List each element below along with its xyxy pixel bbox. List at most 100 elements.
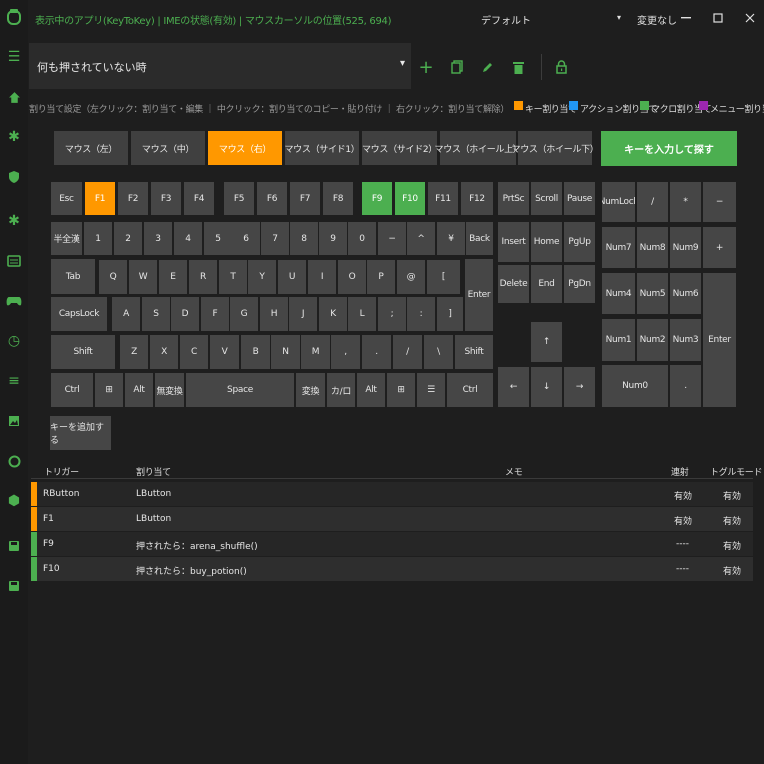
settings-icon[interactable]: ✱: [5, 212, 23, 230]
key-x[interactable]: X: [150, 335, 178, 369]
keyboard-icon[interactable]: [5, 252, 23, 270]
key-pgup[interactable]: PgUp: [564, 222, 595, 262]
key-c[interactable]: C: [180, 335, 208, 369]
key-f3[interactable]: F3: [151, 182, 181, 215]
package-icon[interactable]: ⬢: [5, 492, 23, 510]
mouse-left-button[interactable]: マウス（左）: [54, 131, 128, 165]
key-num4[interactable]: Num4: [602, 273, 635, 314]
key-j[interactable]: J: [289, 297, 317, 331]
key-kana[interactable]: カ/ロ: [327, 373, 355, 407]
key-left[interactable]: ←: [498, 367, 529, 407]
key-9[interactable]: 9: [319, 222, 347, 255]
column-header-trigger[interactable]: トリガー: [44, 465, 79, 478]
key-f2[interactable]: F2: [118, 182, 148, 215]
key-rbracket[interactable]: ]: [437, 297, 463, 331]
key-win-left[interactable]: ⊞: [95, 373, 123, 407]
key-num2[interactable]: Num2: [637, 319, 668, 361]
key-alt-left[interactable]: Alt: [125, 373, 153, 407]
key-r[interactable]: R: [189, 260, 217, 294]
key-s[interactable]: S: [142, 297, 170, 331]
key-f1[interactable]: F1: [85, 182, 115, 215]
table-row[interactable]: F1 LButton 有効 有効: [31, 507, 753, 531]
key-muhenkan[interactable]: 無変換: [155, 373, 184, 407]
key-slash[interactable]: /: [393, 335, 422, 369]
key-num9[interactable]: Num9: [670, 227, 701, 268]
key-1[interactable]: 1: [84, 222, 112, 255]
save-as-icon[interactable]: [5, 577, 23, 595]
list-icon[interactable]: ≡: [5, 372, 23, 390]
home-icon[interactable]: [5, 88, 23, 106]
mouse-side2-button[interactable]: マウス（サイド2）: [362, 131, 437, 165]
key-z[interactable]: Z: [120, 335, 148, 369]
key-win-right[interactable]: ⊞: [387, 373, 415, 407]
key-shift-left[interactable]: Shift: [51, 335, 115, 369]
key-3[interactable]: 3: [144, 222, 172, 255]
key-7[interactable]: 7: [261, 222, 289, 255]
mouse-middle-button[interactable]: マウス（中）: [131, 131, 205, 165]
column-header-toggle[interactable]: トグルモード: [710, 465, 763, 478]
key-k[interactable]: K: [319, 297, 347, 331]
key-minus[interactable]: −: [378, 222, 406, 255]
gear-icon[interactable]: ✱: [5, 128, 23, 146]
column-header-memo[interactable]: メモ: [505, 465, 523, 478]
key-colon[interactable]: :: [407, 297, 435, 331]
column-header-assign[interactable]: 割り当て: [136, 465, 171, 478]
key-2[interactable]: 2: [114, 222, 142, 255]
column-header-rapid[interactable]: 連射: [671, 465, 689, 478]
key-num-decimal[interactable]: .: [670, 365, 701, 407]
key-f11[interactable]: F11: [428, 182, 458, 215]
gamepad-icon[interactable]: [5, 292, 23, 310]
key-4[interactable]: 4: [174, 222, 202, 255]
key-enter[interactable]: Enter: [465, 259, 493, 331]
key-home[interactable]: Home: [531, 222, 562, 262]
key-right[interactable]: →: [564, 367, 595, 407]
key-u[interactable]: U: [278, 260, 306, 294]
key-w[interactable]: W: [129, 260, 157, 294]
key-pgdn[interactable]: PgDn: [564, 265, 595, 303]
add-icon[interactable]: +: [417, 57, 435, 78]
key-num1[interactable]: Num1: [602, 319, 635, 361]
key-t[interactable]: T: [219, 260, 247, 294]
key-f5[interactable]: F5: [224, 182, 254, 215]
key-end[interactable]: End: [531, 265, 562, 303]
key-backspace[interactable]: Back: [466, 222, 493, 255]
key-pause[interactable]: Pause: [564, 182, 595, 215]
key-b[interactable]: B: [241, 335, 270, 369]
key-d[interactable]: D: [171, 297, 199, 331]
key-period[interactable]: .: [362, 335, 391, 369]
key-e[interactable]: E: [159, 260, 187, 294]
key-num6[interactable]: Num6: [670, 273, 701, 314]
mouse-side1-button[interactable]: マウス（サイド1）: [284, 131, 360, 165]
key-m[interactable]: M: [301, 335, 330, 369]
key-0[interactable]: 0: [348, 222, 376, 255]
maximize-button[interactable]: [706, 8, 730, 28]
close-button[interactable]: [738, 8, 762, 28]
shield-icon[interactable]: [5, 168, 23, 186]
key-h[interactable]: H: [260, 297, 288, 331]
alarm-icon[interactable]: ◷: [5, 332, 23, 350]
key-num8[interactable]: Num8: [637, 227, 668, 268]
circle-icon[interactable]: [5, 452, 23, 470]
lock-icon[interactable]: [552, 58, 570, 76]
key-l[interactable]: L: [348, 297, 376, 331]
key-prtsc[interactable]: PrtSc: [498, 182, 529, 215]
menu-icon[interactable]: ☰: [5, 48, 23, 66]
key-f4[interactable]: F4: [184, 182, 214, 215]
key-n[interactable]: N: [271, 335, 300, 369]
mouse-wheel-down-button[interactable]: マウス（ホイール下）: [512, 131, 599, 165]
key-f9[interactable]: F9: [362, 182, 392, 215]
key-i[interactable]: I: [308, 260, 336, 294]
key-shift-right[interactable]: Shift: [455, 335, 493, 369]
save-icon[interactable]: [5, 537, 23, 555]
key-num-multiply[interactable]: *: [670, 182, 701, 222]
key-down[interactable]: ↓: [531, 367, 562, 407]
key-comma[interactable]: ,: [331, 335, 360, 369]
key-yen[interactable]: ¥: [437, 222, 465, 255]
key-num-enter[interactable]: Enter: [703, 273, 736, 407]
key-num-divide[interactable]: /: [637, 182, 668, 222]
key-p[interactable]: P: [367, 260, 395, 294]
key-f7[interactable]: F7: [290, 182, 320, 215]
key-g[interactable]: G: [230, 297, 258, 331]
key-f12[interactable]: F12: [461, 182, 493, 215]
key-caret[interactable]: ^: [407, 222, 435, 255]
